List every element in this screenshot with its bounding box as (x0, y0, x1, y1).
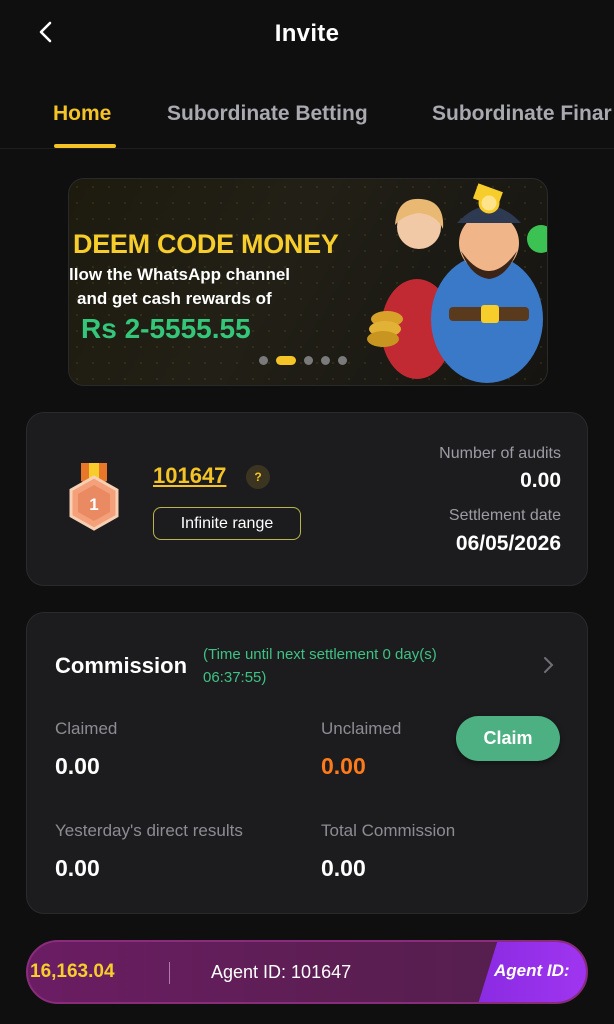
promo-banner[interactable]: DEEM CODE MONEY llow the WhatsApp channe… (68, 178, 548, 386)
banner-line-2: and get cash rewards of (77, 289, 272, 308)
claim-button[interactable]: Claim (456, 716, 560, 761)
tab-home[interactable]: Home (53, 102, 111, 126)
balance-amount: 16,163.04 (30, 961, 115, 982)
help-icon[interactable]: ? (246, 465, 270, 489)
agent-id-tag-label: Agent ID: (494, 961, 570, 980)
total-commission-value: 0.00 (321, 855, 366, 881)
banner-line-1: llow the WhatsApp channel (69, 265, 291, 284)
commission-title: Commission (55, 653, 188, 678)
bar-divider (169, 962, 170, 984)
banner-dot-1[interactable] (259, 355, 268, 365)
settlement-date-label: Settlement date (448, 507, 561, 524)
chevron-right-icon[interactable] (541, 655, 557, 675)
range-badge: Infinite range (153, 507, 301, 540)
settlement-countdown: (Time until next settlement 0 day(s) 06:… (203, 646, 437, 686)
banner-dot-5[interactable] (338, 355, 347, 365)
agent-balance-bar[interactable]: 16,163.04 Agent ID: 101647 Agent ID: (26, 940, 588, 1004)
agent-code-link[interactable]: 101647 (153, 463, 226, 489)
commission-card: Commission (Time until next settlement 0… (26, 612, 588, 914)
header: Invite (0, 0, 614, 68)
yesterday-results-value: 0.00 (55, 855, 100, 881)
tab-bar: Home Subordinate Betting Subordinate Fin… (0, 90, 614, 149)
claimed-value: 0.00 (55, 753, 100, 779)
audits-label: Number of audits (439, 445, 561, 462)
agent-id-tag: Agent ID: (478, 942, 586, 1002)
banner-dot-2[interactable] (276, 355, 296, 365)
active-tab-indicator (54, 144, 116, 148)
agent-info-card: 1 101647 ? Infinite range Number of audi… (26, 412, 588, 586)
settlement-date-value: 06/05/2026 (455, 532, 561, 555)
banner-pagination (259, 355, 347, 365)
level-medal-icon: 1 (69, 463, 119, 531)
banner-title: DEEM CODE MONEY (73, 229, 339, 259)
tab-subordinate-betting[interactable]: Subordinate Betting (167, 102, 368, 126)
yesterday-results-label: Yesterday's direct results (55, 821, 243, 840)
banner-amount: Rs 2-5555.55 (81, 313, 251, 344)
audits-value: 0.00 (520, 469, 561, 492)
agent-id-text: Agent ID: 101647 (211, 962, 352, 982)
page-title: Invite (274, 20, 340, 47)
tab-subordinate-finance[interactable]: Subordinate Finar (432, 102, 612, 126)
claimed-label: Claimed (55, 719, 118, 738)
total-commission-label: Total Commission (321, 821, 456, 840)
banner-characters-illustration (367, 183, 547, 383)
banner-dot-3[interactable] (304, 355, 313, 365)
banner-dot-4[interactable] (321, 355, 330, 365)
unclaimed-value: 0.00 (321, 753, 366, 779)
unclaimed-label: Unclaimed (321, 719, 402, 738)
medal-level: 1 (89, 495, 98, 514)
